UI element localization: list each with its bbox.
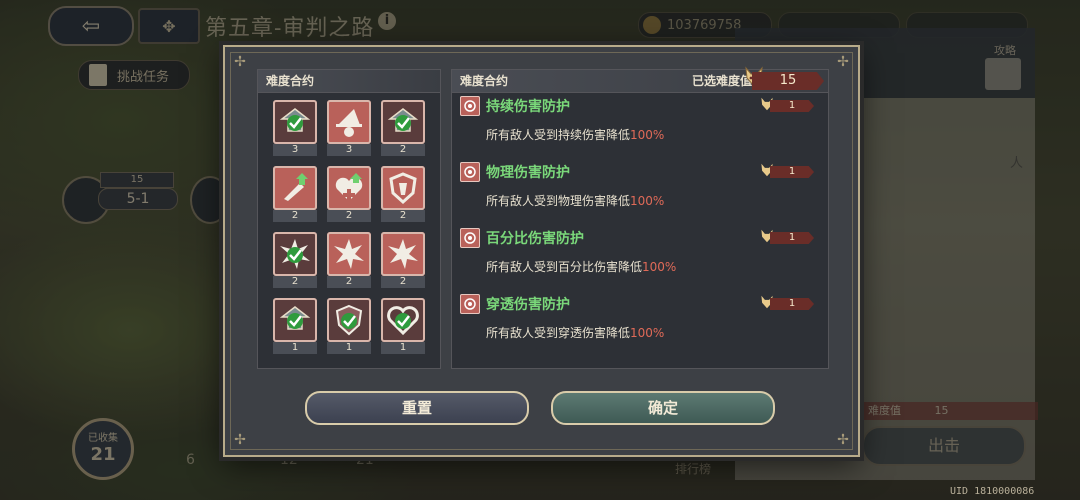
- protection-icon: [460, 96, 480, 116]
- corner-ornament-icon: ✢: [837, 54, 849, 70]
- burst-icon: [273, 232, 317, 276]
- burst-icon: [381, 232, 425, 276]
- effect-percent: 100%: [630, 128, 665, 142]
- effect-desc-text: 所有敌人受到百分比伤害降低: [486, 260, 643, 274]
- selected-difficulty-label: 已选难度值: [692, 74, 753, 88]
- effect-description: 所有敌人受到穿透伤害降低100%: [486, 324, 664, 341]
- arrow-down-shield-icon: [381, 100, 425, 144]
- effect-description: 所有敌人受到持续伤害降低100%: [486, 126, 664, 143]
- shield-ban-icon: [327, 298, 371, 342]
- contract-item[interactable]: 2: [273, 166, 317, 222]
- arrow-down-shield-icon: [273, 100, 317, 144]
- contract-count: 1: [273, 342, 317, 354]
- effect-title-row: 持续伤害防护: [460, 96, 800, 116]
- contract-list-title: 难度合约: [258, 70, 440, 93]
- contract-item[interactable]: 2: [273, 232, 317, 288]
- corner-ornament-icon: ✢: [234, 54, 246, 70]
- reset-button[interactable]: 重置: [305, 391, 529, 425]
- contract-item[interactable]: 2: [381, 100, 425, 156]
- effect-percent: 100%: [630, 326, 665, 340]
- contract-effects-panel: 难度合约 已选难度值 15 持续伤害防护 1 所有敌人受到持续伤害降低100% 物理伤…: [451, 66, 829, 369]
- effect-percent: 100%: [642, 260, 677, 274]
- effect-description: 所有敌人受到百分比伤害降低100%: [486, 258, 676, 275]
- selected-difficulty-value: 15: [752, 72, 824, 90]
- difficulty-contract-dialog: ✢ ✢ ✢ ✢ 难度合约 332222222111 难度合约 已选难度值 15 …: [223, 45, 860, 457]
- effect-title-row: 百分比伤害防护: [460, 228, 800, 248]
- contract-item[interactable]: 1: [381, 298, 425, 354]
- contract-item[interactable]: 3: [327, 100, 371, 156]
- effect-difficulty-tag: 1: [770, 298, 814, 310]
- heart-icon: [381, 298, 425, 342]
- effect-name: 物理伤害防护: [486, 165, 570, 181]
- effect-desc-text: 所有敌人受到物理伤害降低: [486, 194, 631, 208]
- effect-title-row: 物理伤害防护: [460, 162, 800, 182]
- contract-count: 2: [327, 210, 371, 222]
- corner-ornament-icon: ✢: [234, 432, 246, 448]
- contract-count: 2: [381, 144, 425, 156]
- arrow-down-shield-icon: [273, 298, 317, 342]
- contract-count: 3: [327, 144, 371, 156]
- contract-count: 2: [381, 276, 425, 288]
- contract-item[interactable]: 3: [273, 100, 317, 156]
- heart-plus-up-icon: [327, 166, 371, 210]
- contract-item[interactable]: 1: [273, 298, 317, 354]
- effect-desc-text: 所有敌人受到持续伤害降低: [486, 128, 631, 142]
- contract-item[interactable]: 2: [381, 166, 425, 222]
- protection-icon: [460, 162, 480, 182]
- contract-count: 2: [381, 210, 425, 222]
- effect-difficulty-tag: 1: [770, 166, 814, 178]
- contract-list-panel: 难度合约 332222222111: [257, 69, 441, 369]
- effect-desc-text: 所有敌人受到穿透伤害降低: [486, 326, 631, 340]
- effect-description: 所有敌人受到物理伤害降低100%: [486, 192, 664, 209]
- contract-item[interactable]: 1: [327, 298, 371, 354]
- contract-item[interactable]: 2: [327, 232, 371, 288]
- sword-up-icon: [273, 166, 317, 210]
- contract-count: 2: [273, 210, 317, 222]
- protection-icon: [460, 294, 480, 314]
- burst-icon: [327, 232, 371, 276]
- effect-name: 持续伤害防护: [486, 99, 570, 115]
- effect-name: 百分比伤害防护: [486, 231, 584, 247]
- effect-difficulty-tag: 1: [770, 232, 814, 244]
- contract-item[interactable]: 2: [381, 232, 425, 288]
- effect-name: 穿透伤害防护: [486, 297, 570, 313]
- confirm-button[interactable]: 确定: [551, 391, 775, 425]
- contract-count: 2: [273, 276, 317, 288]
- uid-label: UID 1810000086: [950, 486, 1035, 497]
- effect-percent: 100%: [630, 194, 665, 208]
- shield-crest-icon: [381, 166, 425, 210]
- corner-ornament-icon: ✢: [837, 432, 849, 448]
- contract-count: 3: [273, 144, 317, 156]
- witch-hat-icon: [327, 100, 371, 144]
- contract-item[interactable]: 2: [327, 166, 371, 222]
- contract-count: 1: [381, 342, 425, 354]
- contract-count: 2: [327, 276, 371, 288]
- protection-icon: [460, 228, 480, 248]
- contract-count: 1: [327, 342, 371, 354]
- effect-title-row: 穿透伤害防护: [460, 294, 800, 314]
- effect-difficulty-tag: 1: [770, 100, 814, 112]
